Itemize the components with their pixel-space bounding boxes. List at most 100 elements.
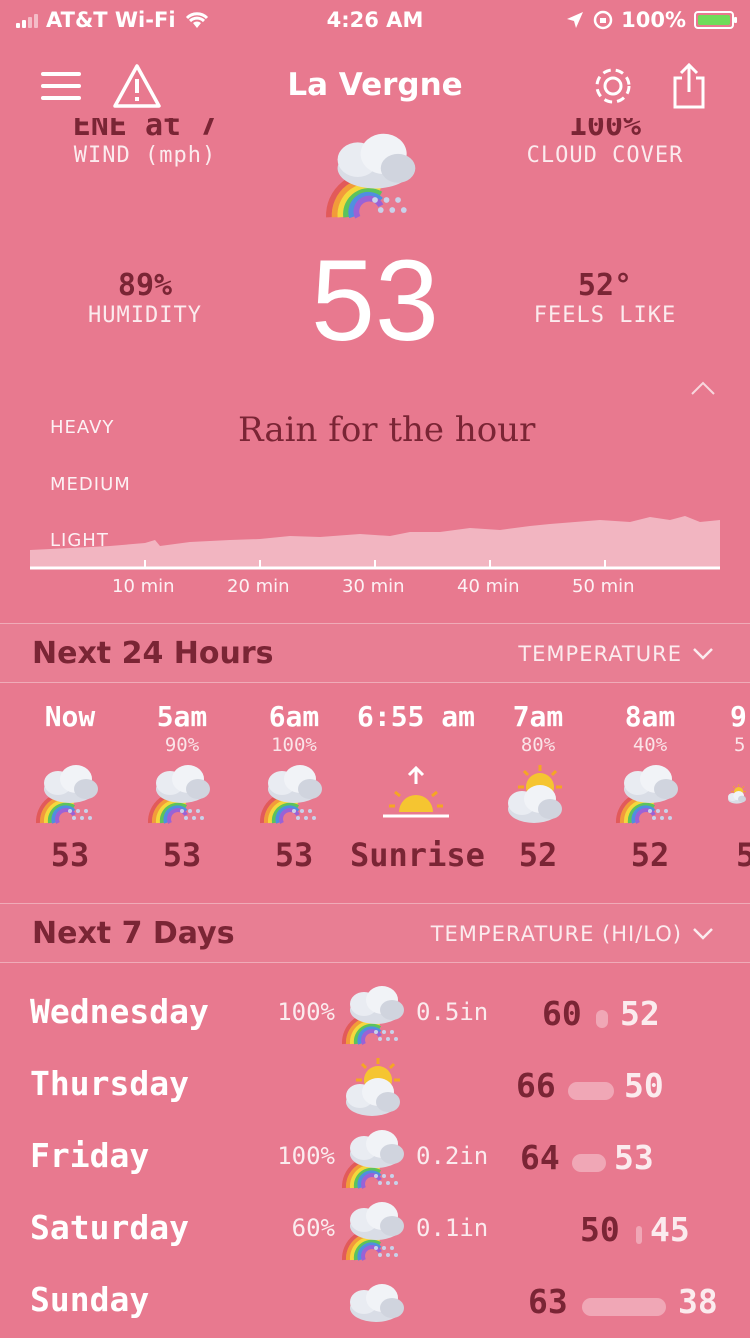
hour-temp: Sunrise	[350, 836, 485, 874]
hourly-metric-label: TEMPERATURE	[518, 642, 682, 666]
hour-temp: 53	[274, 836, 314, 874]
gear-icon	[595, 68, 631, 104]
chevron-down-icon	[693, 648, 713, 660]
day-high: 60	[542, 994, 582, 1033]
temp-range-bar	[568, 1082, 614, 1100]
wind-label: WIND (mph)	[73, 143, 217, 168]
settings-button[interactable]	[588, 61, 638, 111]
hour-precip	[14, 734, 126, 758]
hour-item: Now 53	[14, 700, 126, 874]
level-heavy: HEAVY	[50, 417, 115, 438]
hour-precip: 100%	[271, 734, 317, 756]
hour-item: 6:55 am Sunrise	[350, 700, 485, 874]
rain-rainbow-icon	[341, 1130, 404, 1190]
temp-range-bar	[572, 1154, 606, 1172]
cloud-cover-block: 100% CLOUD COVER	[485, 118, 725, 218]
hour-item: 8am 40% 52	[594, 700, 706, 874]
temp-range-bar	[582, 1298, 666, 1316]
current-temperature: 53	[311, 237, 439, 365]
sun-cloud-icon	[728, 783, 747, 804]
day-row-wednesday[interactable]: Wednesday 100% 0.5in 60 52	[0, 980, 750, 1050]
day-precip-amount: 0.1in	[416, 1214, 489, 1242]
rain-rainbow-icon	[35, 765, 98, 825]
humidity-value: 89%	[117, 268, 173, 303]
day-name: Sunday	[30, 1280, 150, 1319]
hour-temp: 52	[518, 836, 558, 874]
day-row-saturday[interactable]: Saturday 60% 0.1in 50 45	[0, 1196, 750, 1266]
tick-label: 40 min	[457, 576, 520, 597]
temp-range-bar	[596, 1010, 608, 1028]
sun-cloud-icon	[508, 763, 564, 823]
day-name: Thursday	[30, 1064, 189, 1103]
hour-precip	[350, 734, 482, 758]
rain-rainbow-icon	[259, 765, 322, 825]
hour-precip: 40%	[632, 734, 668, 756]
hour-item: 5am 90% 53	[126, 700, 238, 874]
hour-temp: 5	[736, 836, 750, 874]
tick-label: 30 min	[342, 576, 405, 597]
hour-temp: 52	[630, 836, 670, 874]
day-high: 63	[528, 1282, 568, 1321]
day-row-friday[interactable]: Friday 100% 0.2in 64 53	[0, 1124, 750, 1194]
share-icon	[673, 62, 705, 109]
level-medium: MEDIUM	[50, 474, 131, 495]
day-row-thursday[interactable]: Thursday 66 50	[0, 1052, 750, 1122]
daily-heading: Next 7 Days	[32, 916, 235, 951]
temp-range-bar	[636, 1226, 642, 1244]
hour-time: 6am	[268, 700, 320, 733]
status-bar: AT&T Wi-Fi 4:26 AM 100%	[0, 0, 750, 40]
cloud-cover-value: 100%	[568, 118, 642, 143]
feels-like-label: FEELS LIKE	[533, 303, 677, 328]
hour-item: 6am 100% 53	[238, 700, 350, 874]
hour-precip: 5	[734, 734, 746, 756]
day-name: Saturday	[30, 1208, 189, 1247]
day-precip-amount: 0.2in	[416, 1142, 489, 1170]
cloud-cover-label: CLOUD COVER	[526, 143, 684, 168]
day-precip-chance: 100%	[277, 1142, 335, 1170]
location-arrow-icon	[567, 12, 584, 28]
sun-cloud-icon	[346, 1056, 402, 1116]
day-precip-chance: 100%	[277, 998, 335, 1026]
hour-item: 7am 80% 52	[482, 700, 594, 874]
humidity-block: 89% HUMIDITY	[25, 268, 265, 328]
humidity-label: HUMIDITY	[88, 303, 202, 328]
hourly-section-header: Next 24 Hours TEMPERATURE	[0, 623, 750, 683]
day-row-sunday[interactable]: Sunday 63 38	[0, 1268, 750, 1338]
wind-block: ENE at 7 WIND (mph)	[25, 118, 265, 218]
battery-icon	[694, 11, 737, 29]
day-precip-chance: 60%	[291, 1214, 335, 1242]
day-low: 50	[624, 1066, 664, 1105]
hour-item: 9 5 5	[706, 700, 750, 874]
rain-rainbow-icon	[147, 765, 210, 825]
rain-rainbow-icon	[341, 1202, 404, 1262]
hour-time: 5am	[156, 700, 208, 733]
day-high: 64	[520, 1138, 560, 1177]
precipitation-graph	[30, 516, 720, 570]
hour-time: 9	[730, 700, 747, 733]
rain-rainbow-icon	[341, 986, 404, 1046]
day-name: Wednesday	[30, 992, 209, 1031]
hour-temp: 53	[50, 836, 90, 874]
day-low: 45	[650, 1210, 690, 1249]
hour-time: 6:55 am	[356, 700, 475, 733]
share-button[interactable]	[664, 61, 714, 111]
tick-label: 50 min	[572, 576, 635, 597]
collapse-chevron-icon[interactable]	[690, 380, 716, 396]
day-high: 66	[516, 1066, 556, 1105]
day-high: 50	[580, 1210, 620, 1249]
hour-precip: 90%	[164, 734, 200, 756]
nav-bar: La Vergne	[0, 55, 750, 115]
chevron-down-icon	[693, 928, 713, 940]
hour-time: 7am	[512, 700, 564, 733]
battery-percent: 100%	[621, 8, 686, 32]
day-low: 52	[620, 994, 660, 1033]
sunrise-icon	[383, 765, 449, 818]
day-low: 53	[614, 1138, 654, 1177]
hour-time: Now	[44, 700, 96, 733]
feels-like-block: 52° FEELS LIKE	[485, 268, 725, 328]
daily-metric-dropdown[interactable]: TEMPERATURE (HI/LO)	[431, 922, 714, 946]
feels-like-value: 52°	[577, 268, 633, 303]
hourly-metric-dropdown[interactable]: TEMPERATURE	[518, 642, 714, 666]
day-low: 38	[678, 1282, 718, 1321]
daily-section-header: Next 7 Days TEMPERATURE (HI/LO)	[0, 903, 750, 963]
